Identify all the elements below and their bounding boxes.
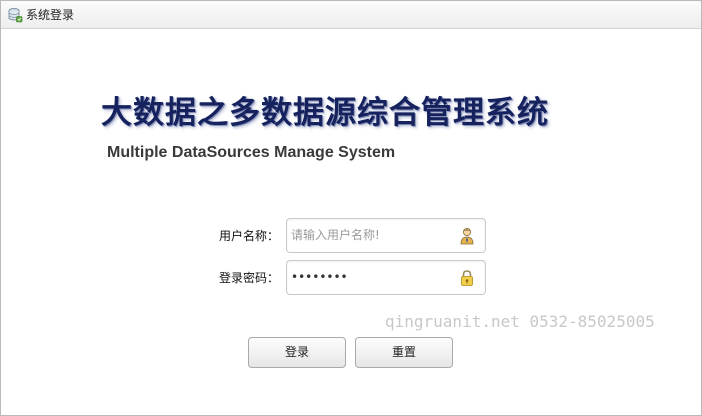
login-button[interactable]: 登录: [248, 337, 346, 368]
app-subtitle: Multiple DataSources Manage System: [107, 144, 396, 161]
password-field[interactable]: [286, 260, 486, 295]
reset-button[interactable]: 重置: [355, 337, 453, 368]
watermark-text: qingruanit.net 0532-85025005: [385, 312, 655, 331]
database-icon: [8, 8, 23, 23]
password-label: 登录密码：: [219, 271, 280, 285]
window-title: 系统登录: [26, 8, 75, 22]
username-label: 用户名称：: [219, 229, 280, 243]
user-icon: [460, 228, 474, 245]
username-field[interactable]: [286, 218, 486, 253]
title-bar: 系统登录: [1, 1, 701, 29]
lock-icon: [461, 270, 473, 286]
app-title: 大数据之多数据源综合管理系统: [101, 95, 549, 131]
login-window: 系统登录 大数据之多数据源综合管理系统 Multiple DataSources…: [0, 0, 702, 416]
password-input[interactable]: [291, 267, 451, 287]
username-input[interactable]: [291, 225, 451, 245]
